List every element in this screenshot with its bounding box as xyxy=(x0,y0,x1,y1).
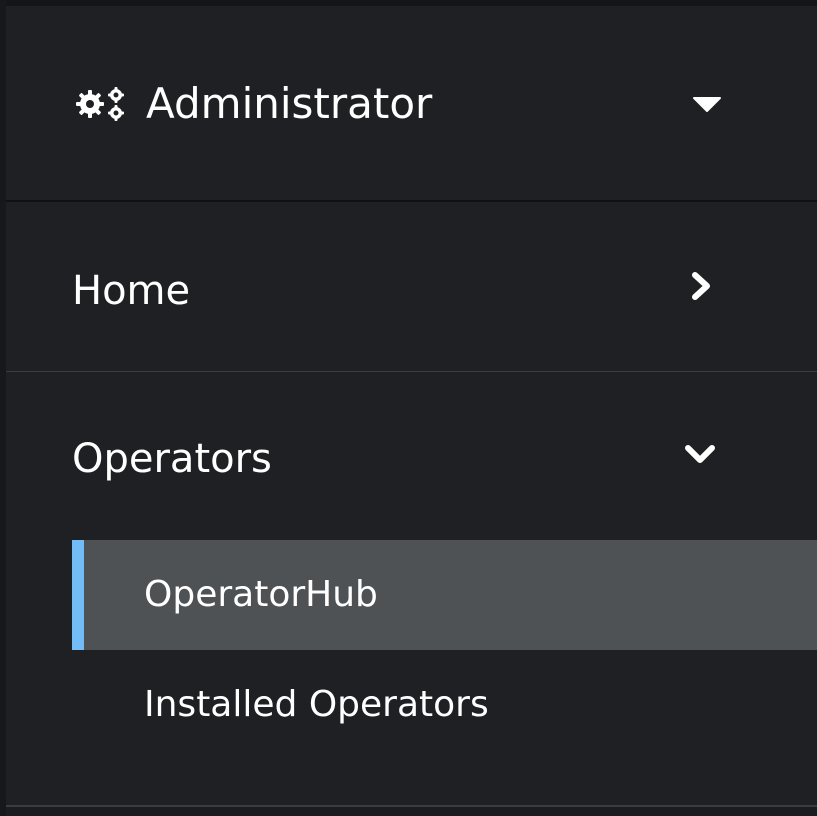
nav-section-operators-label: Operators xyxy=(72,436,272,482)
perspective-switcher[interactable]: Administrator xyxy=(6,6,817,202)
chevron-right-icon xyxy=(692,272,710,300)
nav-item-operatorhub-label: OperatorHub xyxy=(144,574,378,615)
gears-icon xyxy=(76,87,124,121)
chevron-down-icon xyxy=(685,445,715,463)
nav-item-installed-operators-label: Installed Operators xyxy=(144,684,489,725)
active-indicator xyxy=(72,540,84,650)
caret-down-icon xyxy=(693,97,721,112)
nav-sidebar: Administrator Home Operators OperatorHub… xyxy=(0,0,817,816)
next-section-edge xyxy=(6,807,817,816)
nav-section-operators[interactable]: Operators xyxy=(6,374,817,534)
nav-section-home[interactable]: Home xyxy=(6,204,817,372)
nav-section-home-label: Home xyxy=(72,268,191,314)
nav-item-operatorhub[interactable]: OperatorHub xyxy=(72,540,817,650)
nav-item-installed-operators[interactable]: Installed Operators xyxy=(72,650,817,760)
perspective-title: Administrator xyxy=(146,79,433,128)
